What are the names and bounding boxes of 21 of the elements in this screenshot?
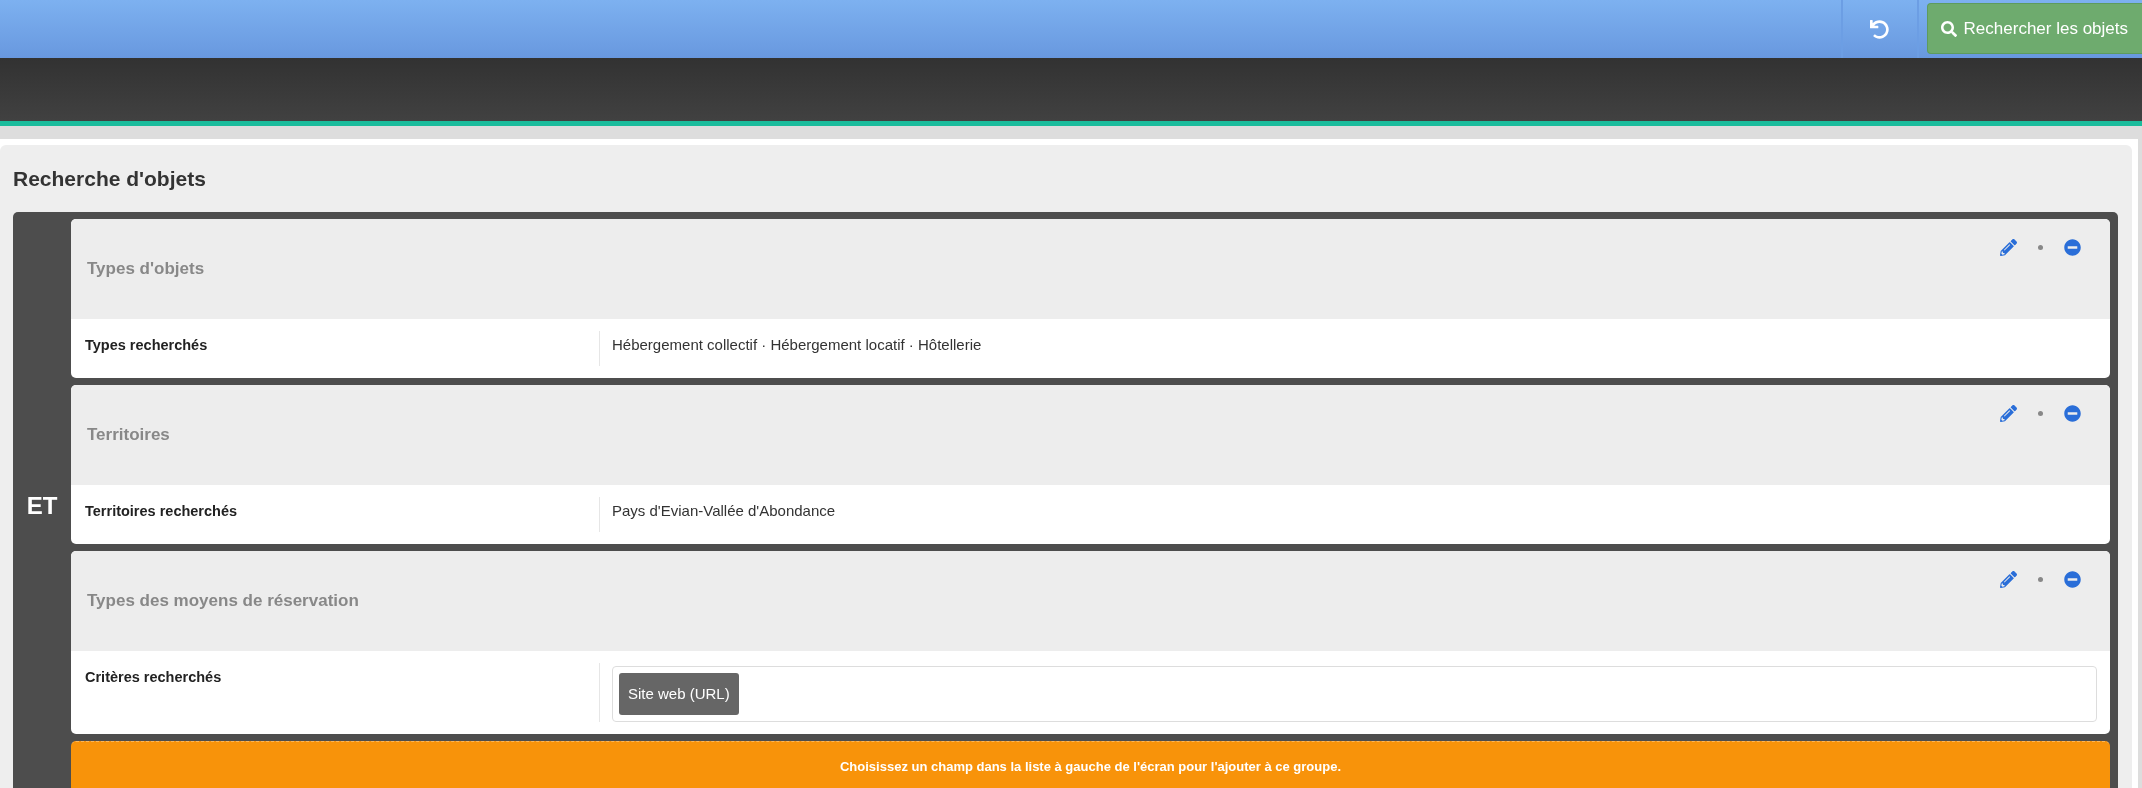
rotate-left-icon xyxy=(1870,19,1890,39)
field-label: Critères recherchés xyxy=(84,668,223,687)
operator-label: ET xyxy=(26,493,58,519)
card-title: Territoires xyxy=(87,425,170,445)
field-value: Hébergement collectif · Hébergement locatif · Hôtellerie xyxy=(612,335,982,355)
dot-icon xyxy=(2038,577,2043,582)
tag-input-field[interactable]: Site web (URL) xyxy=(612,666,2097,722)
pencil-icon[interactable] xyxy=(2000,571,2017,588)
dot-icon xyxy=(2038,411,2043,416)
criterion-tag: Site web (URL) xyxy=(619,673,739,715)
pencil-icon[interactable] xyxy=(2000,405,2017,422)
pencil-icon[interactable] xyxy=(2000,239,2017,256)
field-label: Types recherchés xyxy=(84,336,209,355)
field-label: Territoires recherchés xyxy=(84,502,239,521)
page-title: Recherche d'objets xyxy=(13,168,207,190)
dot-icon xyxy=(2038,245,2043,250)
search-icon xyxy=(1940,20,1957,37)
field-value: Pays d'Evian-Vallée d'Abondance xyxy=(612,501,836,521)
card-title: Types des moyens de réservation xyxy=(87,591,359,611)
card-title: Types d'objets xyxy=(87,259,205,279)
hint-banner: Choisissez un champ dans la liste à gauche de l'écran pour l'ajouter à ce groupe. xyxy=(71,741,2110,788)
